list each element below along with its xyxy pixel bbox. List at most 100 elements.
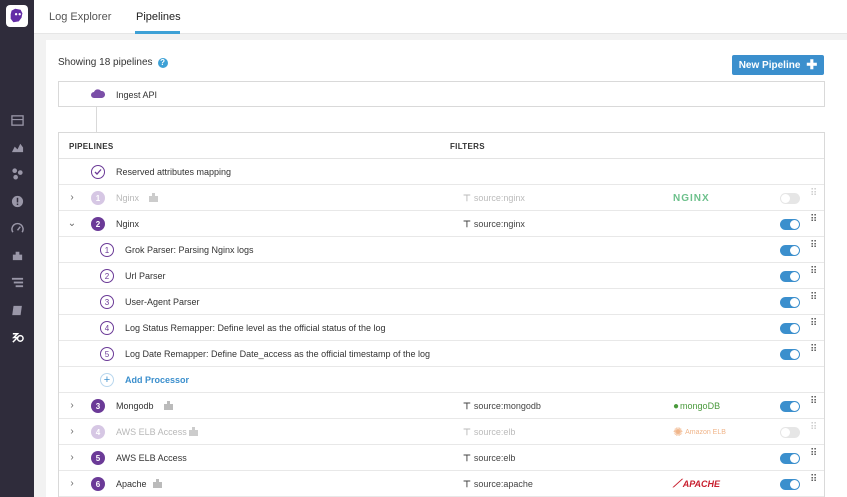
new-pipeline-label: New Pipeline: [738, 59, 801, 71]
processor-toggle[interactable]: [780, 349, 800, 360]
tab-log-explorer[interactable]: Log Explorer: [49, 11, 111, 23]
processor-toggle[interactable]: [780, 297, 800, 308]
pipeline-row[interactable]: › 5 AWS ELB Access ⊤ source:elb ⠿: [59, 445, 824, 471]
tab-pipelines[interactable]: Pipelines: [136, 11, 181, 23]
nginx-logo: NGINX: [673, 192, 710, 204]
alert-icon[interactable]: [9, 194, 25, 208]
processor-row[interactable]: 5 Log Date Remapper: Define Date_access …: [59, 341, 824, 367]
pipeline-filter: ⊤ source:apache: [463, 479, 533, 490]
plus-icon: ✚: [806, 57, 818, 72]
pipeline-row[interactable]: › 3 Mongodb ⊤ source:mongodb ● mongoDB ⠿: [59, 393, 824, 419]
processor-row[interactable]: 4 Log Status Remapper: Define level as t…: [59, 315, 824, 341]
pipeline-number: 4: [91, 425, 105, 439]
pipeline-toggle[interactable]: [780, 401, 800, 412]
processor-toggle[interactable]: [780, 271, 800, 282]
drag-handle-icon[interactable]: ⠿: [810, 215, 817, 230]
infrastructure-icon[interactable]: [9, 166, 25, 180]
active-tab-indicator: [135, 31, 180, 34]
drag-handle-icon[interactable]: ⠿: [810, 189, 817, 204]
pipeline-toggle[interactable]: [780, 427, 800, 438]
pipeline-name: Nginx: [116, 193, 140, 203]
ingest-api-box: Ingest API: [58, 81, 825, 107]
filter-text: source:nginx: [473, 193, 525, 203]
pipeline-row[interactable]: › 1 Nginx ⊤ source:nginx NGINX ⠿: [59, 185, 824, 211]
drag-handle-icon[interactable]: ⠿: [810, 319, 817, 334]
new-pipeline-button[interactable]: New Pipeline ✚: [732, 55, 824, 75]
pipeline-number: 5: [91, 451, 105, 465]
filter-icon: ⊤: [463, 193, 471, 203]
processor-number: 1: [100, 243, 114, 257]
pipeline-name: Apache: [116, 479, 147, 489]
processor-number: 3: [100, 295, 114, 309]
pipeline-row[interactable]: › 4 AWS ELB Access ⊤ source:elb ✺ Amazon E…: [59, 419, 824, 445]
drag-handle-icon[interactable]: ⠿: [810, 345, 817, 360]
drag-handle-icon[interactable]: ⠿: [810, 293, 817, 308]
processor-row[interactable]: 2 Url Parser ⠿: [59, 263, 824, 289]
pipeline-row[interactable]: ⌄ 2 Nginx ⊤ source:nginx ⠿: [59, 211, 824, 237]
pipeline-toggle[interactable]: [780, 453, 800, 464]
pipeline-filter: ⊤ source:elb: [463, 453, 515, 464]
metrics-icon[interactable]: [9, 140, 25, 154]
processor-toggle[interactable]: [780, 245, 800, 256]
chevron-right-icon[interactable]: ›: [67, 452, 77, 463]
cloud-icon: [91, 89, 105, 98]
pipeline-name: Mongodb: [116, 401, 154, 411]
drag-handle-icon[interactable]: ⠿: [810, 267, 817, 282]
add-processor-row[interactable]: + Add Processor: [59, 367, 824, 393]
integrations-icon[interactable]: [9, 248, 25, 262]
chevron-right-icon[interactable]: ›: [67, 426, 77, 437]
apm-icon[interactable]: [9, 221, 25, 235]
pipeline-row[interactable]: › 6 Apache ⊤ source:apache ⟋ APACHE ⠿: [59, 471, 824, 497]
integration-puzzle-icon: [153, 479, 162, 488]
filter-icon: ⊤: [463, 427, 471, 437]
pipeline-name: AWS ELB Access: [116, 427, 187, 437]
drag-handle-icon[interactable]: ⠿: [810, 241, 817, 256]
processor-row[interactable]: 1 Grok Parser: Parsing Nginx logs ⠿: [59, 237, 824, 263]
mongodb-logo: ● mongoDB: [673, 400, 721, 412]
integration-puzzle-icon: [189, 427, 198, 436]
integration-puzzle-icon: [149, 193, 158, 202]
drag-handle-icon[interactable]: ⠿: [810, 449, 817, 464]
processor-name: User-Agent Parser: [125, 297, 200, 307]
log-pipelines-icon[interactable]: [9, 330, 25, 344]
logs-icon[interactable]: [9, 275, 25, 289]
add-icon[interactable]: +: [100, 373, 114, 387]
ingest-api-label: Ingest API: [116, 90, 158, 100]
connector-line: [96, 107, 97, 133]
datadog-logo[interactable]: [6, 5, 28, 27]
processor-name: Log Status Remapper: Define level as the…: [125, 323, 386, 333]
sidebar: [0, 0, 34, 497]
chevron-right-icon[interactable]: ›: [67, 400, 77, 411]
pipeline-toggle[interactable]: [780, 479, 800, 490]
pipeline-filter: ⊤ source:nginx: [463, 219, 525, 230]
pipeline-filter: ⊤ source:nginx: [463, 193, 525, 204]
pipeline-name: AWS ELB Access: [116, 453, 187, 463]
reserved-attributes-row[interactable]: Reserved attributes mapping: [59, 159, 824, 185]
chevron-down-icon[interactable]: ⌄: [67, 218, 77, 229]
processor-row[interactable]: 3 User-Agent Parser ⠿: [59, 289, 824, 315]
chevron-right-icon[interactable]: ›: [67, 192, 77, 203]
dashboard-icon[interactable]: [9, 113, 25, 127]
filter-icon: ⊤: [463, 479, 471, 489]
filter-text: source:nginx: [473, 219, 525, 229]
processor-toggle[interactable]: [780, 323, 800, 334]
drag-handle-icon[interactable]: ⠿: [810, 475, 817, 490]
apache-logo-text: APACHE: [682, 479, 721, 489]
amazon-elb-logo-text: Amazon ELB: [685, 428, 726, 436]
help-icon[interactable]: ?: [157, 57, 168, 68]
pipeline-filter: ⊤ source:mongodb: [463, 401, 541, 412]
drag-handle-icon[interactable]: ⠿: [810, 423, 817, 438]
filter-icon: ⊤: [463, 401, 471, 411]
filter-icon: ⊤: [463, 453, 471, 463]
pipeline-toggle[interactable]: [780, 193, 800, 204]
drag-handle-icon[interactable]: ⠿: [810, 397, 817, 412]
chevron-right-icon[interactable]: ›: [67, 478, 77, 489]
pipeline-toggle[interactable]: [780, 219, 800, 230]
add-processor-link[interactable]: Add Processor: [125, 375, 189, 385]
amazon-elb-logo: ✺ Amazon ELB: [673, 425, 726, 439]
notebook-icon[interactable]: [9, 303, 25, 317]
filter-text: source:elb: [473, 427, 516, 437]
filter-text: source:apache: [473, 479, 533, 489]
filter-icon: ⊤: [463, 219, 471, 229]
pipelines-table: PIPELINES FILTERS Reserved attributes ma…: [58, 132, 825, 497]
